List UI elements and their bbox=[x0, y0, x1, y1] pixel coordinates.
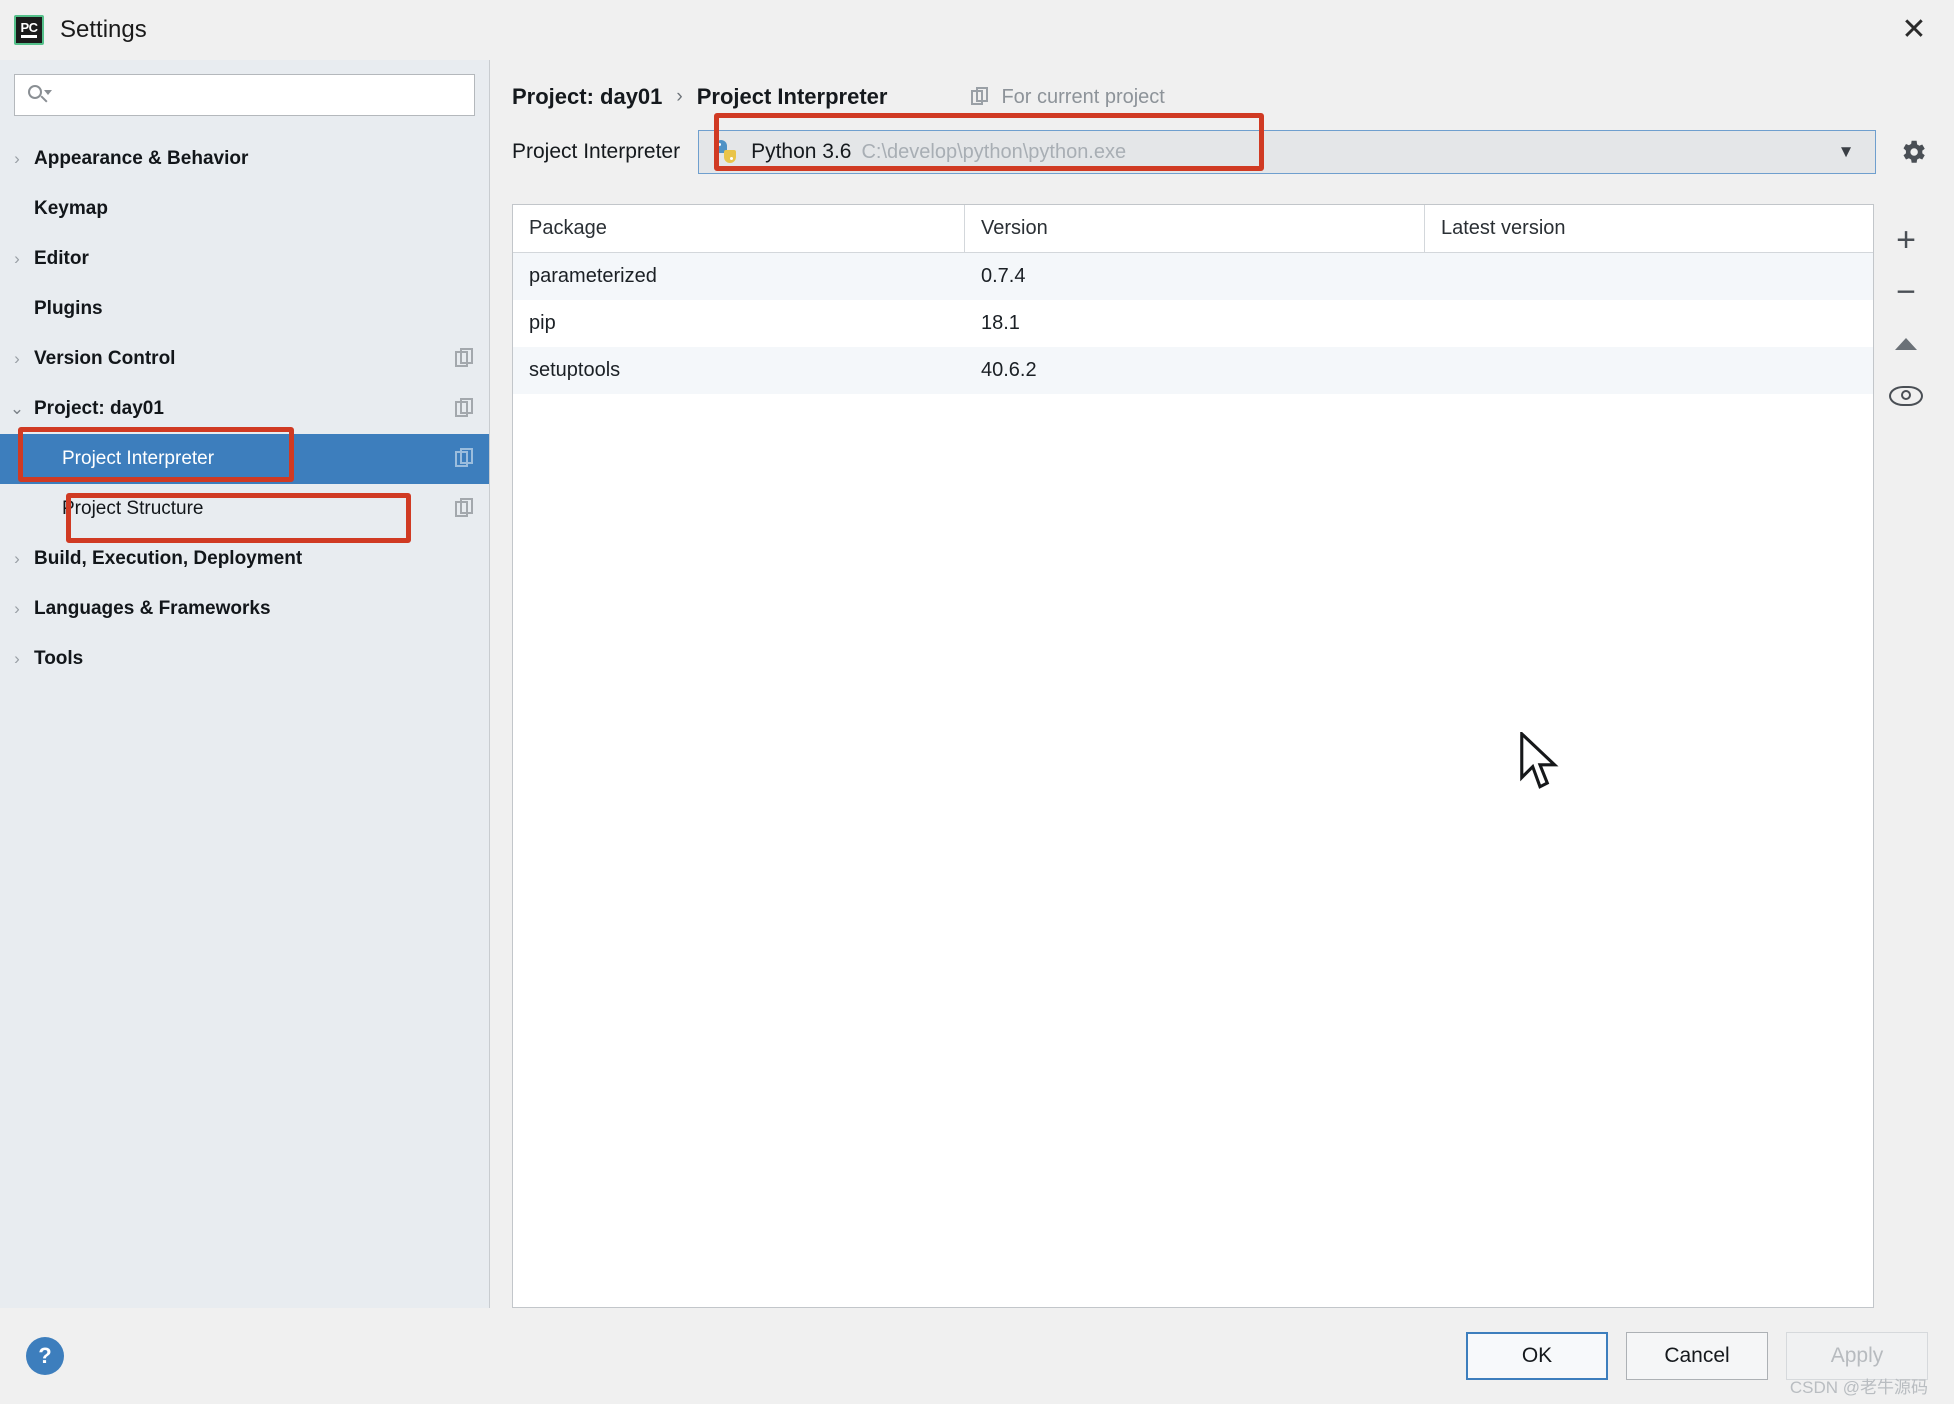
sidebar-item-label: Project Interpreter bbox=[62, 448, 215, 469]
sidebar-item-plugins[interactable]: Plugins bbox=[0, 284, 489, 334]
watermark: CSDN @老牛源码 bbox=[1789, 1378, 1928, 1397]
sidebar-item-label: Tools bbox=[34, 648, 84, 669]
breadcrumb-current: Project Interpreter bbox=[696, 84, 888, 109]
chevron-down-icon[interactable]: ⌄ bbox=[0, 399, 34, 419]
search-input[interactable] bbox=[55, 84, 462, 106]
packages-table: Package Version Latest version parameteriz… bbox=[512, 204, 1874, 1308]
sidebar-item-project-structure[interactable]: Project Structure bbox=[0, 484, 489, 534]
window-title: Settings bbox=[60, 16, 147, 43]
pycharm-logo-icon: PC bbox=[14, 15, 44, 45]
cell-latest bbox=[1425, 347, 1873, 394]
search-container bbox=[0, 60, 489, 124]
chevron-right-icon[interactable]: › bbox=[0, 649, 34, 669]
close-icon[interactable]: ✕ bbox=[1892, 8, 1936, 52]
sidebar-item-project-day01[interactable]: ⌄ Project: day01 bbox=[0, 384, 489, 434]
cell-package: pip bbox=[529, 312, 556, 334]
cell-version: 40.6.2 bbox=[981, 359, 1037, 381]
column-header-package[interactable]: Package bbox=[513, 205, 965, 252]
sidebar-item-label: Keymap bbox=[34, 198, 108, 219]
cell-latest bbox=[1425, 253, 1873, 300]
packages-area: Package Version Latest version parameteriz… bbox=[512, 204, 1954, 1308]
scope-label-text: For current project bbox=[1001, 85, 1165, 108]
interpreter-row: Project Interpreter Python 3.6 C:\develo… bbox=[490, 110, 1954, 174]
add-package-icon[interactable]: + bbox=[1880, 214, 1932, 266]
breadcrumb: Project: day01 › Project Interpreter For… bbox=[490, 60, 1954, 110]
breadcrumb-separator: › bbox=[676, 86, 683, 107]
table-row[interactable]: parameterized 0.7.4 bbox=[513, 253, 1873, 300]
sidebar-item-label: Editor bbox=[34, 248, 89, 269]
sidebar-item-label: Project Structure bbox=[62, 498, 204, 519]
table-row[interactable]: setuptools 40.6.2 bbox=[513, 347, 1873, 394]
sidebar-item-label: Project: day01 bbox=[34, 398, 164, 419]
chevron-right-icon[interactable]: › bbox=[0, 599, 34, 619]
settings-dialog: PC Settings ✕ › Appearance & Behavior Keym… bbox=[0, 0, 1954, 1404]
column-header-version[interactable]: Version bbox=[965, 205, 1425, 252]
sidebar-item-build-execution-deployment[interactable]: › Build, Execution, Deployment bbox=[0, 534, 489, 584]
copy-icon bbox=[455, 448, 477, 470]
copy-icon bbox=[971, 87, 991, 107]
sidebar-item-label: Version Control bbox=[34, 348, 176, 369]
packages-toolbar: + − bbox=[1874, 204, 1938, 1308]
search-icon bbox=[27, 84, 52, 106]
copy-icon bbox=[455, 348, 477, 370]
show-early-releases-icon[interactable] bbox=[1880, 370, 1932, 422]
cell-package: parameterized bbox=[529, 265, 657, 287]
interpreter-name: Python 3.6 bbox=[751, 140, 852, 163]
interpreter-path: C:\develop\python\python.exe bbox=[861, 140, 1127, 163]
sidebar-item-languages-frameworks[interactable]: › Languages & Frameworks bbox=[0, 584, 489, 634]
python-icon bbox=[713, 139, 739, 165]
scope-label: For current project bbox=[971, 85, 1165, 109]
chevron-right-icon[interactable]: › bbox=[0, 249, 34, 269]
remove-package-icon[interactable]: − bbox=[1880, 266, 1932, 318]
column-header-latest-version[interactable]: Latest version bbox=[1425, 205, 1873, 252]
sidebar-item-label: Appearance & Behavior bbox=[34, 148, 249, 169]
chevron-down-icon[interactable]: ▼ bbox=[1823, 142, 1869, 162]
cell-version: 18.1 bbox=[981, 312, 1020, 334]
breadcrumb-parent[interactable]: Project: day01 bbox=[512, 84, 662, 110]
dialog-body: › Appearance & Behavior Keymap › Editor Plugi… bbox=[0, 60, 1954, 1308]
title-bar: PC Settings ✕ bbox=[0, 0, 1954, 60]
cell-package: setuptools bbox=[529, 359, 621, 381]
sidebar-item-keymap[interactable]: Keymap bbox=[0, 184, 489, 234]
sidebar-item-label: Build, Execution, Deployment bbox=[34, 548, 303, 569]
sidebar-item-version-control[interactable]: › Version Control bbox=[0, 334, 489, 384]
main-panel: Project: day01 › Project Interpreter For… bbox=[490, 60, 1954, 1308]
settings-sidebar: › Appearance & Behavior Keymap › Editor Plugi… bbox=[0, 60, 490, 1308]
sidebar-item-label: Languages & Frameworks bbox=[34, 598, 271, 619]
search-box[interactable] bbox=[14, 74, 475, 116]
chevron-right-icon[interactable]: › bbox=[0, 349, 34, 369]
ok-button[interactable]: OK bbox=[1466, 1332, 1608, 1380]
cancel-button[interactable]: Cancel bbox=[1626, 1332, 1768, 1380]
packages-table-body: parameterized 0.7.4 pip 18.1 setuptools 40.6.… bbox=[513, 253, 1873, 394]
sidebar-item-tools[interactable]: › Tools bbox=[0, 634, 489, 684]
sidebar-item-project-interpreter[interactable]: Project Interpreter bbox=[0, 434, 489, 484]
settings-tree: › Appearance & Behavior Keymap › Editor Plugi… bbox=[0, 134, 489, 684]
sidebar-item-editor[interactable]: › Editor bbox=[0, 234, 489, 284]
sidebar-item-appearance-behavior[interactable]: › Appearance & Behavior bbox=[0, 134, 489, 184]
interpreter-combobox[interactable]: Python 3.6 C:\develop\python\python.exe … bbox=[698, 130, 1876, 174]
gear-icon[interactable] bbox=[1892, 131, 1934, 173]
interpreter-label: Project Interpreter bbox=[512, 140, 681, 163]
sidebar-item-label: Plugins bbox=[34, 298, 103, 319]
help-icon[interactable]: ? bbox=[26, 1337, 64, 1375]
upgrade-package-icon[interactable] bbox=[1880, 318, 1932, 370]
chevron-right-icon[interactable]: › bbox=[0, 149, 34, 169]
cell-version: 0.7.4 bbox=[981, 265, 1026, 287]
packages-table-header: Package Version Latest version bbox=[513, 205, 1873, 253]
copy-icon bbox=[455, 498, 477, 520]
dialog-footer: ? OK Cancel Apply CSDN @老牛源码 bbox=[0, 1308, 1954, 1404]
table-row[interactable]: pip 18.1 bbox=[513, 300, 1873, 347]
chevron-right-icon[interactable]: › bbox=[0, 549, 34, 569]
copy-icon bbox=[455, 398, 477, 420]
cell-latest bbox=[1425, 300, 1873, 347]
